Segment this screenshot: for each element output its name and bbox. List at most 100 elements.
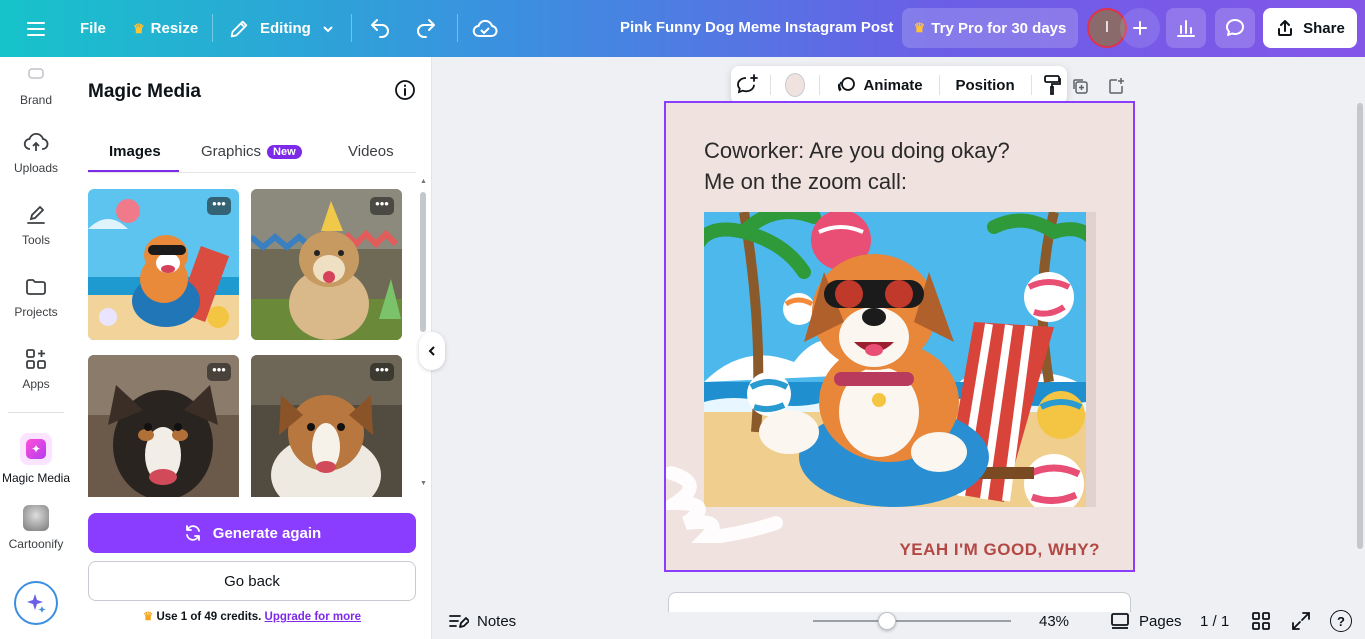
pages-label: Pages	[1139, 612, 1182, 630]
more-options-button[interactable]: •••	[207, 197, 231, 215]
upgrade-link[interactable]: Upgrade for more	[265, 611, 362, 623]
new-badge: New	[267, 145, 302, 159]
try-pro-button[interactable]: ♛ Try Pro for 30 days	[902, 8, 1078, 48]
magic-media-icon: ✦	[20, 433, 52, 465]
panel-scrollbar-thumb[interactable]	[420, 192, 426, 332]
meme-caption[interactable]: YEAH I'M GOOD, WHY?	[666, 540, 1100, 560]
element-toolbar: Animate Position	[731, 66, 1067, 104]
tab-videos[interactable]: Videos	[348, 143, 394, 160]
rail-item-tools[interactable]: Tools	[0, 203, 72, 247]
paint-roller-icon	[1044, 75, 1062, 95]
crown-icon: ♛	[142, 611, 154, 623]
magic-media-panel: Magic Media Images Graphics New Videos ••…	[72, 57, 432, 639]
apps-grid-icon	[26, 349, 46, 369]
tab-graphics[interactable]: Graphics New	[201, 143, 302, 160]
rail-item-brand[interactable]: Brand	[0, 67, 72, 107]
crown-icon: ♛	[133, 20, 145, 36]
bottom-bar: Notes 43% Pages 1 / 1 ?	[433, 605, 1365, 639]
pencil-icon	[230, 20, 248, 37]
plus-icon	[1133, 21, 1147, 35]
duplicate-icon	[1073, 79, 1088, 94]
duplicate-page-button[interactable]	[1071, 76, 1091, 96]
copy-style-button[interactable]	[1037, 66, 1067, 104]
rail-label-apps: Apps	[22, 377, 50, 391]
chevron-left-icon	[428, 346, 435, 356]
page-counter: 1 / 1	[1200, 613, 1230, 630]
file-menu-button[interactable]: File	[80, 0, 106, 57]
generate-again-button[interactable]: Generate again	[88, 513, 416, 553]
left-rail: Brand Uploads Tools Projects Apps ✦ Magi…	[0, 57, 72, 639]
generated-image-2[interactable]: •••	[251, 189, 402, 340]
tab-divider	[88, 172, 416, 173]
magic-assistant-button[interactable]	[14, 581, 58, 625]
rail-label-magic-media: Magic Media	[1, 471, 71, 485]
grid-view-button[interactable]	[1251, 611, 1271, 631]
invite-button[interactable]	[1120, 8, 1160, 48]
main-menu-button[interactable]	[24, 0, 48, 57]
tab-images[interactable]: Images	[109, 143, 161, 160]
zoom-slider-thumb[interactable]	[878, 612, 896, 630]
cloud-upload-icon	[23, 133, 49, 151]
editing-mode-button[interactable]: Editing	[228, 0, 335, 57]
grid-view-icon	[1252, 612, 1270, 630]
redo-icon	[417, 18, 435, 38]
go-back-label: Go back	[224, 572, 280, 590]
share-button[interactable]: Share	[1263, 8, 1357, 48]
more-options-button[interactable]: •••	[370, 197, 394, 215]
try-pro-label: Try Pro for 30 days	[931, 19, 1067, 37]
rail-label-projects: Projects	[14, 305, 58, 319]
canvas-scrollbar[interactable]	[1357, 103, 1363, 549]
undo-button[interactable]	[368, 0, 392, 57]
go-back-button[interactable]: Go back	[88, 561, 416, 601]
share-label: Share	[1303, 19, 1345, 37]
comment-add-button[interactable]	[731, 66, 764, 104]
resize-label: Resize	[150, 20, 199, 37]
rail-divider	[8, 412, 64, 413]
info-icon	[395, 80, 415, 100]
collapse-panel-button[interactable]	[419, 332, 445, 370]
insights-button[interactable]	[1166, 8, 1206, 48]
comments-button[interactable]	[1215, 8, 1255, 48]
chevron-down-icon	[323, 25, 333, 32]
pages-button[interactable]: Pages	[1109, 610, 1182, 632]
generated-image-3[interactable]: •••	[88, 355, 239, 497]
resize-button[interactable]: ♛ Resize	[133, 0, 198, 57]
meme-setup-text[interactable]: Coworker: Are you doing okay? Me on the …	[704, 135, 1010, 197]
design-page[interactable]: Coworker: Are you doing okay? Me on the …	[664, 101, 1135, 572]
animate-button[interactable]: Animate	[825, 74, 932, 96]
rail-item-apps[interactable]: Apps	[0, 347, 72, 391]
crown-icon: ♛	[913, 20, 926, 35]
folder-icon	[26, 279, 46, 295]
zoom-slider[interactable]	[813, 620, 1011, 622]
brand-icon	[28, 68, 44, 79]
fullscreen-button[interactable]	[1291, 611, 1311, 631]
rail-item-uploads[interactable]: Uploads	[0, 131, 72, 175]
rail-item-projects[interactable]: Projects	[0, 275, 72, 319]
comment-add-icon	[737, 74, 759, 94]
generated-image-4[interactable]: •••	[251, 355, 402, 497]
undo-icon	[371, 18, 389, 38]
file-label: File	[80, 20, 106, 37]
zoom-level[interactable]: 43%	[1039, 613, 1069, 630]
cartoonify-icon	[23, 505, 49, 531]
help-button[interactable]: ?	[1330, 610, 1352, 632]
redo-button[interactable]	[414, 0, 438, 57]
color-swatch[interactable]	[784, 73, 805, 97]
notes-button[interactable]: Notes	[447, 610, 516, 632]
rail-label-brand: Brand	[19, 93, 53, 107]
position-button[interactable]: Position	[945, 77, 1024, 94]
draw-tools-icon	[27, 205, 45, 224]
save-status-button[interactable]	[472, 0, 498, 57]
add-page-button[interactable]	[1107, 76, 1127, 96]
rail-label-cartoonify: Cartoonify	[8, 537, 64, 551]
document-title[interactable]: Pink Funny Dog Meme Instagram Post	[620, 19, 893, 36]
top-bar: File ♛ Resize Editing Pink Funny Dog Mem…	[0, 0, 1365, 57]
more-options-button[interactable]: •••	[370, 363, 394, 381]
share-icon	[1278, 20, 1293, 36]
rail-item-magic-media[interactable]: ✦ Magic Media	[0, 433, 72, 485]
info-button[interactable]	[394, 79, 416, 101]
more-options-button[interactable]: •••	[207, 363, 231, 381]
generated-image-1[interactable]: •••	[88, 189, 239, 340]
rail-item-cartoonify[interactable]: Cartoonify	[0, 505, 72, 551]
active-tab-indicator	[88, 170, 179, 172]
